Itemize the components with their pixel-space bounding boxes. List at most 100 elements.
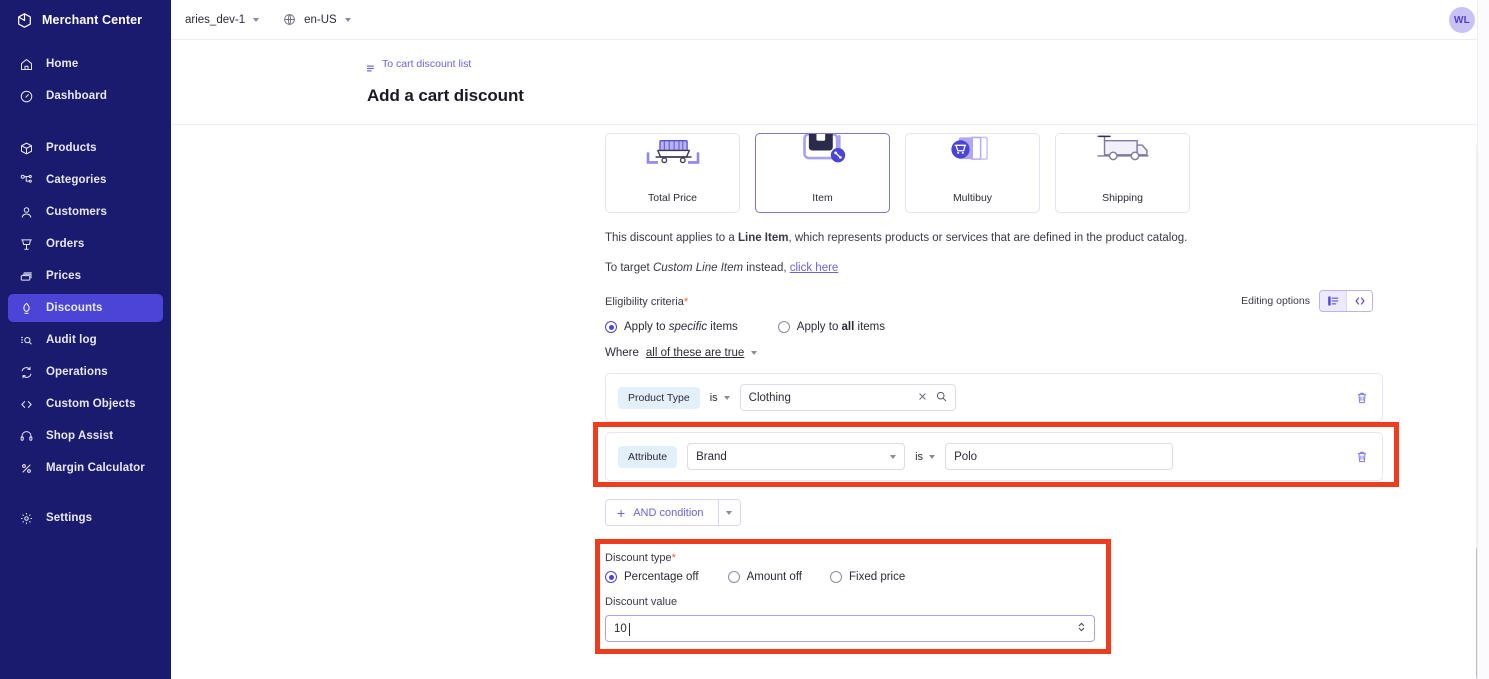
avatar[interactable]: WL [1449, 7, 1475, 33]
discount-value-label: Discount value [605, 596, 678, 609]
sidebar-item-margin-calculator[interactable]: Margin Calculator [8, 454, 163, 482]
sidebar-item-custom-objects[interactable]: Custom Objects [8, 390, 163, 418]
sidebar-item-label: Discounts [46, 302, 103, 314]
clear-icon[interactable] [918, 392, 927, 404]
sidebar-item-prices[interactable]: Prices [8, 262, 163, 290]
sidebar-item-operations[interactable]: Operations [8, 358, 163, 386]
delete-condition-button[interactable] [1354, 449, 1370, 465]
sidebar-item-dashboard[interactable]: Dashboard [8, 82, 163, 110]
locale-name: en-US [304, 13, 337, 26]
condition-field-chip[interactable]: Product Type [618, 386, 700, 409]
sidebar-item-customers[interactable]: Customers [8, 198, 163, 226]
radio-dot [830, 571, 842, 584]
radio-dot [777, 321, 790, 334]
globe-icon [283, 13, 296, 26]
cart-brackets-illustration [606, 134, 739, 186]
condition-value-input[interactable]: Polo [945, 443, 1174, 471]
radio-label: Fixed price [849, 571, 906, 584]
brand-name: Merchant Center [42, 13, 143, 27]
sidebar-item-label: Prices [46, 270, 82, 282]
target-card-total-price[interactable]: Total Price [605, 133, 740, 213]
radio-percentage-off[interactable]: Percentage off [605, 571, 699, 584]
sidebar-item-audit-log[interactable]: Audit log [8, 326, 163, 354]
number-stepper-icon[interactable] [1077, 621, 1086, 636]
project-selector[interactable]: aries_dev-1 [185, 14, 260, 26]
attribute-select-value: Brand [696, 450, 727, 463]
cube-icon [16, 12, 33, 29]
delete-condition-button[interactable] [1354, 390, 1370, 406]
page-header: To cart discount list Add a cart discoun… [171, 40, 1489, 125]
sidebar-item-label: Categories [46, 174, 107, 186]
radio-label: Percentage off [624, 571, 699, 584]
radio-label-suffix: items [707, 321, 738, 334]
sidebar-item-label: Audit log [46, 334, 97, 346]
radio-fixed-price[interactable]: Fixed price [830, 571, 906, 584]
radio-label-emphasis: specific [668, 321, 708, 334]
click-here-link[interactable]: click here [790, 262, 839, 274]
condition-value-text: Clothing [748, 391, 791, 404]
radio-label-prefix: Apply to [796, 321, 842, 334]
sidebar-item-home[interactable]: Home [8, 50, 163, 78]
target-card-item[interactable]: Item [755, 133, 890, 213]
target-card-label: Item [812, 192, 833, 204]
target-card-multibuy[interactable]: Multibuy [905, 133, 1040, 213]
desc-1a: This discount applies to a [605, 232, 738, 244]
box-icon [18, 140, 34, 156]
chevron-down-icon [344, 17, 351, 22]
desc-2b: Custom Line Item [652, 261, 744, 274]
radio-dot [605, 321, 617, 334]
code-brackets-icon [18, 396, 34, 412]
discount-tag-icon [18, 300, 34, 316]
sidebar-item-settings[interactable]: Settings [8, 504, 163, 532]
target-card-label: Shipping [1102, 192, 1143, 204]
editing-options-toggle-group [1319, 290, 1373, 313]
brand[interactable]: Merchant Center [0, 0, 171, 40]
radio-label-prefix: Apply to [624, 321, 669, 334]
target-card-shipping[interactable]: Shipping [1055, 133, 1190, 213]
condition-field-chip[interactable]: Attribute [618, 445, 678, 468]
where-selector[interactable]: all of these are true [646, 347, 744, 359]
code-brackets-icon-button[interactable] [1346, 291, 1372, 312]
editing-options-label: Editing options [1241, 295, 1310, 308]
sidebar: Merchant Center Home Dashboard Products [0, 0, 171, 679]
gear-icon [18, 510, 34, 526]
locale-selector[interactable]: en-US [283, 13, 351, 26]
radio-dot [605, 571, 617, 584]
and-condition-label: AND condition [633, 506, 704, 519]
sidebar-item-products[interactable]: Products [8, 134, 163, 162]
condition-operator-select[interactable]: is [915, 451, 936, 463]
breadcrumb[interactable]: To cart discount list [367, 58, 1489, 71]
speedometer-icon [18, 88, 34, 104]
attribute-select[interactable]: Brand [687, 443, 906, 471]
radio-label: Amount off [746, 571, 802, 584]
sidebar-item-label: Custom Objects [46, 398, 136, 410]
description-line-1: This discount applies to a Line Item, wh… [605, 231, 1489, 247]
and-condition-dropdown-button[interactable] [718, 499, 741, 527]
sidebar-item-shop-assist[interactable]: Shop Assist [8, 422, 163, 450]
chevron-down-icon [751, 351, 758, 356]
radio-label-suffix: items [854, 321, 885, 334]
cart-icon [18, 236, 34, 252]
search-icon[interactable] [936, 391, 947, 405]
required-marker: * [671, 552, 676, 565]
radio-amount-off[interactable]: Amount off [727, 571, 802, 584]
required-marker: * [683, 296, 689, 309]
sidebar-item-label: Margin Calculator [46, 462, 145, 474]
condition-row-product-type: Product Type is Clothing [605, 373, 1383, 423]
sidebar-item-categories[interactable]: Categories [8, 166, 163, 194]
discount-target-cards: Total Price Item Multibuy Shipping [605, 133, 1489, 213]
condition-value-input[interactable]: Clothing [739, 384, 956, 412]
discount-value-input[interactable]: 10 [605, 615, 1095, 643]
radio-apply-specific-items[interactable]: Apply to specific items [605, 321, 738, 334]
sidebar-item-orders[interactable]: Orders [8, 230, 163, 258]
main-region: aries_dev-1 en-US WL To cart discount li… [171, 0, 1489, 679]
where-value: all of these are true [645, 347, 745, 360]
discount-type-label-wrap: Discount type* [605, 552, 1105, 564]
add-and-condition-button[interactable]: + AND condition [605, 499, 719, 527]
condition-operator-select[interactable]: is [710, 392, 730, 404]
sidebar-divider-gap [0, 114, 171, 134]
radio-apply-all-items[interactable]: Apply to all items [777, 321, 885, 334]
sidebar-item-discounts[interactable]: Discounts [8, 294, 163, 322]
chevron-down-icon [723, 395, 730, 400]
form-list-icon-button[interactable] [1320, 291, 1346, 312]
